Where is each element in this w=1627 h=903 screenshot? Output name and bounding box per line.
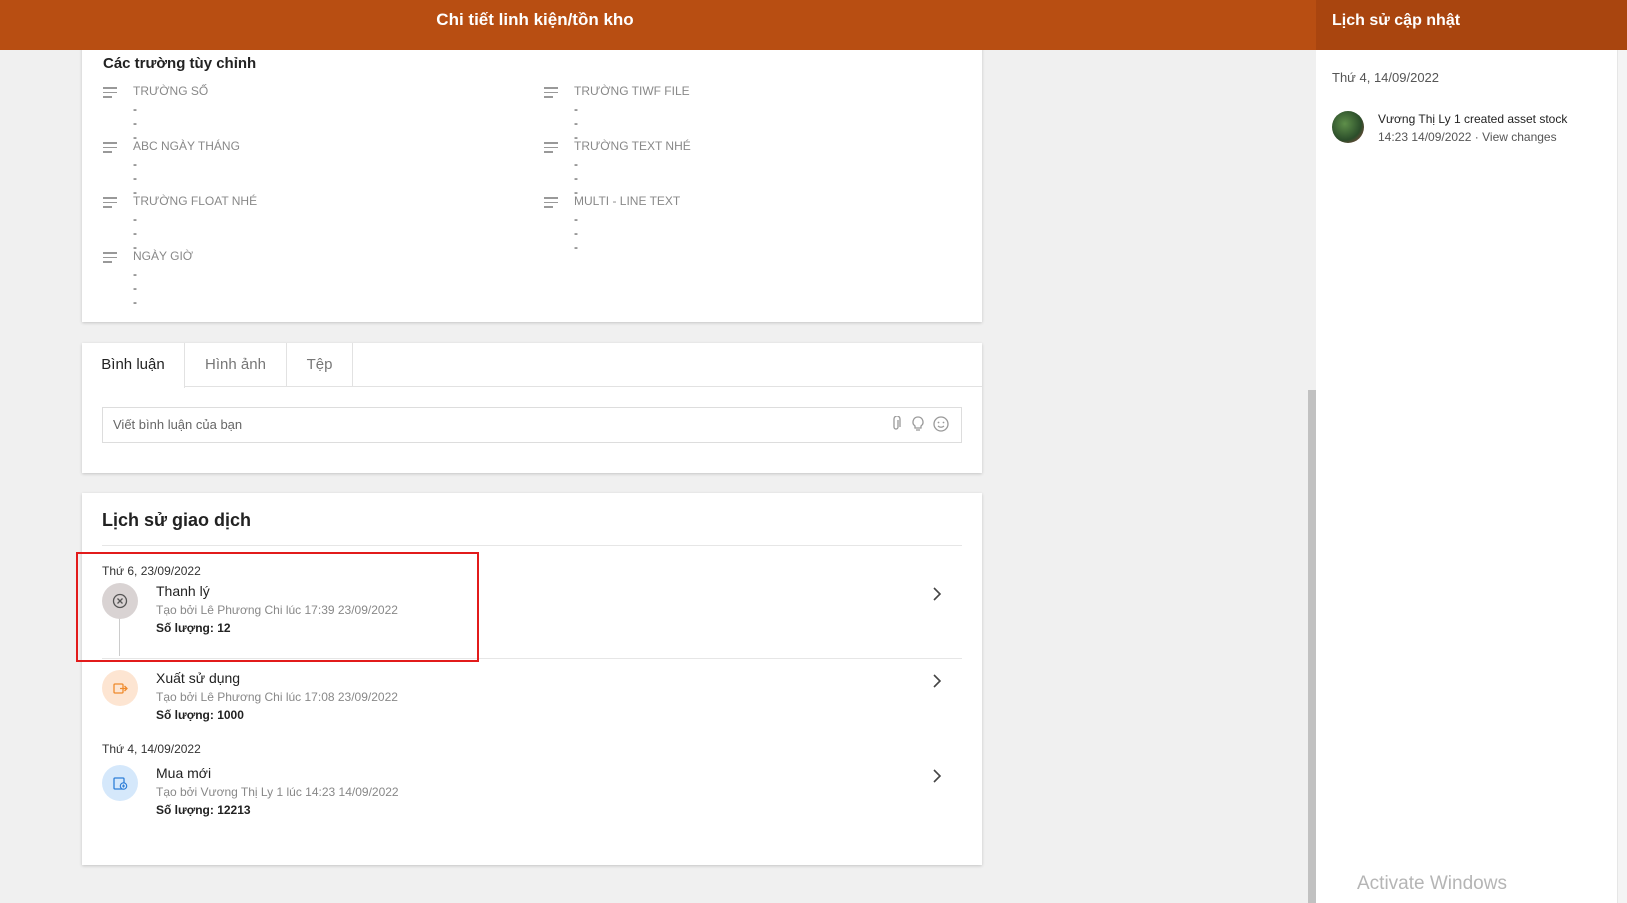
field-label: TRƯỜNG TIWF FILE: [574, 84, 690, 98]
transaction-history-card: Lịch sử giao dịch Thứ 6, 23/09/2022 Than…: [82, 493, 982, 865]
transaction-entry[interactable]: Xuất sử dụng Tạo bởi Lê Phương Chi lúc 1…: [102, 670, 962, 730]
field-value: ---: [574, 157, 578, 199]
update-time: 14:23 14/09/2022: [1378, 130, 1472, 144]
custom-fields-card: Các trường tùy chỉnh TRƯỜNG SỐ --- TRƯỜN…: [82, 50, 982, 322]
update-user: Vương Thị Ly 1: [1378, 112, 1461, 126]
entry-meta: Tạo bởi Vương Thị Ly 1 lúc 14:23 14/09/2…: [156, 785, 399, 799]
update-action: created asset stock: [1463, 112, 1568, 126]
highlight-box: [76, 552, 479, 662]
custom-fields-title: Các trường tùy chỉnh: [103, 55, 257, 72]
lightbulb-icon[interactable]: [909, 416, 927, 434]
field-value: ---: [133, 267, 137, 309]
page-title: Chi tiết linh kiện/tồn kho: [436, 10, 634, 29]
chevron-right-icon[interactable]: [932, 672, 942, 695]
tab-comments[interactable]: Bình luận: [82, 343, 185, 388]
comment-input[interactable]: Viết bình luận của bạn: [102, 407, 962, 443]
field-label: TRƯỜNG TEXT NHÉ: [574, 139, 691, 153]
paperclip-icon[interactable]: [887, 415, 905, 434]
field-value: ---: [574, 212, 578, 254]
main-scrollbar-thumb[interactable]: [1308, 390, 1316, 903]
comment-placeholder: Viết bình luận của bạn: [113, 417, 243, 432]
separator-dot: ·: [1474, 130, 1483, 144]
entry-quantity: Số lượng: 1000: [156, 708, 244, 722]
new-purchase-icon: [102, 765, 138, 801]
update-log-entry: Vương Thị Ly 1 created asset stock: [1378, 112, 1567, 126]
update-history-title: Lịch sử cập nhật: [1332, 12, 1461, 29]
date-group-label: Thứ 4, 14/09/2022: [102, 742, 201, 756]
update-history-header: Lịch sử cập nhật: [1316, 0, 1627, 50]
export-icon: [102, 670, 138, 706]
text-lines-icon: [103, 197, 117, 211]
update-history-panel: Lịch sử cập nhật Thứ 4, 14/09/2022 Vương…: [1316, 0, 1627, 903]
field-label: TRƯỜNG FLOAT NHÉ: [133, 194, 258, 208]
entry-title: Mua mới: [156, 765, 212, 781]
entry-meta: Tạo bởi Lê Phương Chi lúc 17:08 23/09/20…: [156, 690, 398, 704]
field-label: ABC NGÀY THÁNG: [133, 139, 240, 153]
text-lines-icon: [103, 142, 117, 156]
field-label: TRƯỜNG SỐ: [133, 84, 209, 98]
transaction-entry[interactable]: Mua mới Tạo bởi Vương Thị Ly 1 lúc 14:23…: [102, 765, 962, 825]
field-value: ---: [133, 102, 137, 144]
field-label: NGÀY GIỜ: [133, 249, 194, 263]
entry-quantity: Số lượng: 12213: [156, 803, 251, 817]
update-log-meta: 14:23 14/09/2022 · View changes: [1378, 130, 1557, 144]
smiley-icon[interactable]: [932, 416, 950, 434]
field-value: ---: [133, 157, 137, 199]
text-lines-icon: [544, 142, 558, 156]
comment-tabs: Bình luận Hình ảnh Tệp: [82, 343, 982, 388]
text-lines-icon: [103, 87, 117, 101]
transaction-history-title: Lịch sử giao dịch: [102, 510, 252, 530]
field-value: ---: [574, 102, 578, 144]
update-date-label: Thứ 4, 14/09/2022: [1332, 70, 1440, 85]
panel-scrollbar[interactable]: [1617, 50, 1627, 903]
divider: [102, 545, 962, 546]
text-lines-icon: [544, 87, 558, 101]
text-lines-icon: [544, 197, 558, 211]
field-label: MULTI - LINE TEXT: [574, 194, 681, 208]
view-changes-link[interactable]: View changes: [1482, 130, 1557, 144]
avatar: [1332, 111, 1364, 143]
chevron-right-icon[interactable]: [932, 585, 942, 608]
main-content: Các trường tùy chỉnh TRƯỜNG SỐ --- TRƯỜN…: [0, 50, 1306, 903]
comments-card: Bình luận Hình ảnh Tệp Viết bình luận củ…: [82, 343, 982, 473]
field-value: ---: [133, 212, 137, 254]
tab-images[interactable]: Hình ảnh: [185, 343, 287, 387]
tab-files[interactable]: Tệp: [287, 343, 353, 387]
chevron-right-icon[interactable]: [932, 767, 942, 790]
top-header-bar: Chi tiết linh kiện/tồn kho: [0, 0, 1316, 50]
activate-windows-watermark: Activate Windows: [1357, 873, 1507, 894]
entry-title: Xuất sử dụng: [156, 670, 241, 686]
text-lines-icon: [103, 252, 117, 266]
